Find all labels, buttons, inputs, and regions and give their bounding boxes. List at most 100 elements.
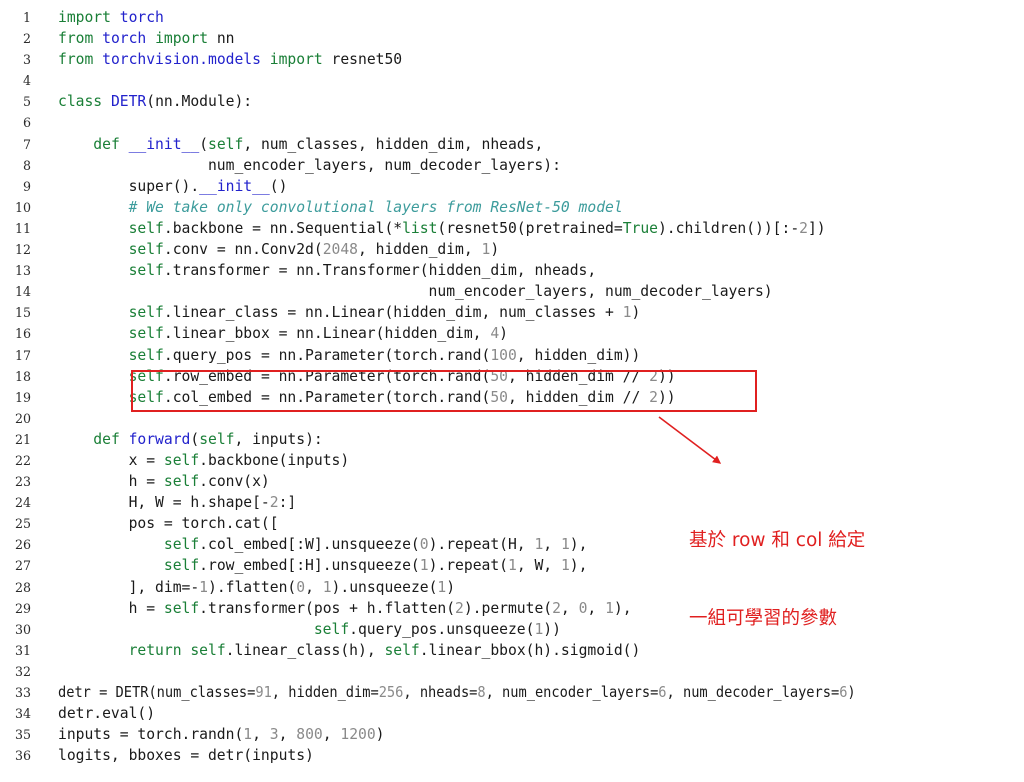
code-line: 18 self.row_embed = nn.Parameter(torch.r… [0, 366, 1024, 387]
line-number: 27 [15, 558, 31, 574]
code-line: 12 self.conv = nn.Conv2d(2048, hidden_di… [0, 239, 1024, 260]
line-number: 11 [15, 220, 31, 236]
line-number: 15 [15, 305, 31, 321]
code-line: 4 [0, 70, 1024, 91]
code-text: num_encoder_layers, num_decoder_layers) [58, 283, 773, 301]
code-line: 26 self.col_embed[:W].unsqueeze(0).repea… [0, 534, 1024, 555]
code-text: inputs = torch.randn(1, 3, 800, 1200) [58, 726, 385, 744]
code-line: 32 [0, 661, 1024, 682]
code-line: 19 self.col_embed = nn.Parameter(torch.r… [0, 387, 1024, 408]
annotation-line-1: 基於 row 和 col 給定 [689, 530, 866, 551]
code-text: self.conv = nn.Conv2d(2048, hidden_dim, … [128, 241, 500, 259]
code-text: # We take only convolutional layers from… [128, 198, 623, 216]
code-text: self.col_embed[:W].unsqueeze(0).repeat(H… [163, 536, 588, 554]
code-text: ], dim=-1).flatten(0, 1).unsqueeze(1) [58, 578, 456, 596]
code-text: import torch [58, 9, 164, 26]
code-text: self.linear_class = nn.Linear(hidden_dim… [128, 304, 641, 322]
line-number: 22 [15, 452, 31, 468]
code-text: H, W = h.shape[-2:] [58, 494, 297, 512]
code-text: self.linear_bbox = nn.Linear(hidden_dim,… [128, 325, 508, 343]
code-text: h = self.conv(x) [58, 473, 270, 491]
code-text: def __init__(self, num_classes, hidden_d… [93, 135, 544, 153]
line-number: 1 [23, 10, 31, 25]
code-text: from torchvision.models import resnet50 [58, 51, 403, 69]
code-line: 8 num_encoder_layers, num_decoder_layers… [0, 155, 1024, 176]
code-text: self.row_embed = nn.Parameter(torch.rand… [128, 367, 676, 385]
code-line: 21 def forward(self, inputs): [0, 429, 1024, 450]
line-number: 18 [15, 368, 31, 384]
code-text: h = self.transformer(pos + h.flatten(2).… [58, 599, 632, 617]
line-number: 3 [23, 52, 31, 68]
code-text: self.backbone = nn.Sequential(*list(resn… [128, 219, 826, 237]
line-number: 20 [15, 410, 31, 426]
line-number: 5 [23, 94, 31, 110]
line-number: 26 [15, 537, 31, 553]
line-number: 10 [15, 199, 31, 215]
line-number: 12 [15, 242, 31, 258]
code-line: 30 self.query_pos.unsqueeze(1)) [0, 619, 1024, 640]
code-text: self.query_pos = nn.Parameter(torch.rand… [128, 346, 641, 364]
code-line: 23 h = self.conv(x) [0, 471, 1024, 492]
line-number: 19 [15, 389, 31, 405]
code-line: 11 self.backbone = nn.Sequential(*list(r… [0, 218, 1024, 239]
code-text: x = self.backbone(inputs) [58, 451, 350, 469]
code-lines-container: 1 import torch 2 from torch import nn 3 from … [0, 7, 1024, 766]
line-number: 35 [15, 727, 31, 743]
line-number: 9 [23, 178, 31, 194]
code-line: 33 detr = DETR(num_classes=91, hidden_dim… [0, 682, 1024, 703]
code-line: 31 return self.linear_class(h), self.lin… [0, 640, 1024, 661]
code-line: 14 num_encoder_layers, num_decoder_layer… [0, 281, 1024, 302]
code-line: 1 import torch [0, 7, 1024, 28]
line-number: 17 [15, 347, 31, 363]
code-text: def forward(self, inputs): [93, 430, 323, 448]
code-text: logits, bboxes = detr(inputs) [58, 747, 314, 765]
line-number: 7 [23, 136, 31, 152]
code-text: self.transformer = nn.Transformer(hidden… [128, 262, 597, 280]
code-text: super().__init__() [58, 177, 288, 195]
code-line: 13 self.transformer = nn.Transformer(hid… [0, 260, 1024, 281]
line-number: 4 [23, 73, 31, 89]
code-text: from torch import nn [58, 30, 235, 48]
code-line: 29 h = self.transformer(pos + h.flatten(… [0, 598, 1024, 619]
line-number: 23 [15, 474, 31, 490]
line-number: 28 [15, 579, 31, 595]
code-text: self.row_embed[:H].unsqueeze(1).repeat(1… [163, 557, 588, 575]
code-text: pos = torch.cat([ [58, 515, 279, 533]
code-line: 16 self.linear_bbox = nn.Linear(hidden_d… [0, 323, 1024, 344]
code-line: 2 from torch import nn [0, 28, 1024, 49]
line-number: 29 [15, 600, 31, 616]
code-line: 7 def __init__(self, num_classes, hidden… [0, 134, 1024, 155]
code-line: 17 self.query_pos = nn.Parameter(torch.r… [0, 345, 1024, 366]
line-number: 31 [15, 642, 31, 658]
code-line: 20 [0, 408, 1024, 429]
code-text: detr.eval() [58, 705, 156, 723]
code-line: 6 [0, 112, 1024, 133]
line-number: 13 [15, 263, 31, 279]
line-number: 30 [15, 621, 31, 637]
code-line: 10 # We take only convolutional layers f… [0, 197, 1024, 218]
code-line: 36 logits, bboxes = detr(inputs) [0, 745, 1024, 766]
code-text: detr = DETR(num_classes=91, hidden_dim=2… [58, 684, 856, 701]
code-line: 24 H, W = h.shape[-2:] [0, 492, 1024, 513]
code-line: 25 pos = torch.cat([ [0, 513, 1024, 534]
line-number: 21 [15, 431, 31, 447]
code-line: 22 x = self.backbone(inputs) [0, 450, 1024, 471]
code-line: 5 class DETR(nn.Module): [0, 91, 1024, 112]
code-line: 28 ], dim=-1).flatten(0, 1).unsqueeze(1) [0, 577, 1024, 598]
code-text: num_encoder_layers, num_decoder_layers): [58, 156, 561, 174]
code-text: return self.linear_class(h), self.linear… [128, 641, 641, 659]
code-line: 9 super().__init__() [0, 176, 1024, 197]
annotation-text: 基於 row 和 col 給定 一組可學習的參數 [689, 476, 865, 684]
code-listing-figure: 1 import torch 2 from torch import nn 3 from … [0, 0, 1024, 782]
line-number: 16 [15, 326, 31, 342]
line-number: 33 [15, 685, 31, 700]
line-number: 6 [23, 115, 31, 131]
code-line: 34 detr.eval() [0, 703, 1024, 724]
code-line: 3 from torchvision.models import resnet50 [0, 49, 1024, 70]
line-number: 8 [23, 157, 31, 173]
line-number: 32 [15, 663, 31, 679]
line-number: 24 [15, 495, 31, 511]
line-number: 34 [15, 706, 31, 722]
line-number: 14 [15, 284, 31, 300]
code-line: 27 self.row_embed[:H].unsqueeze(1).repea… [0, 555, 1024, 576]
